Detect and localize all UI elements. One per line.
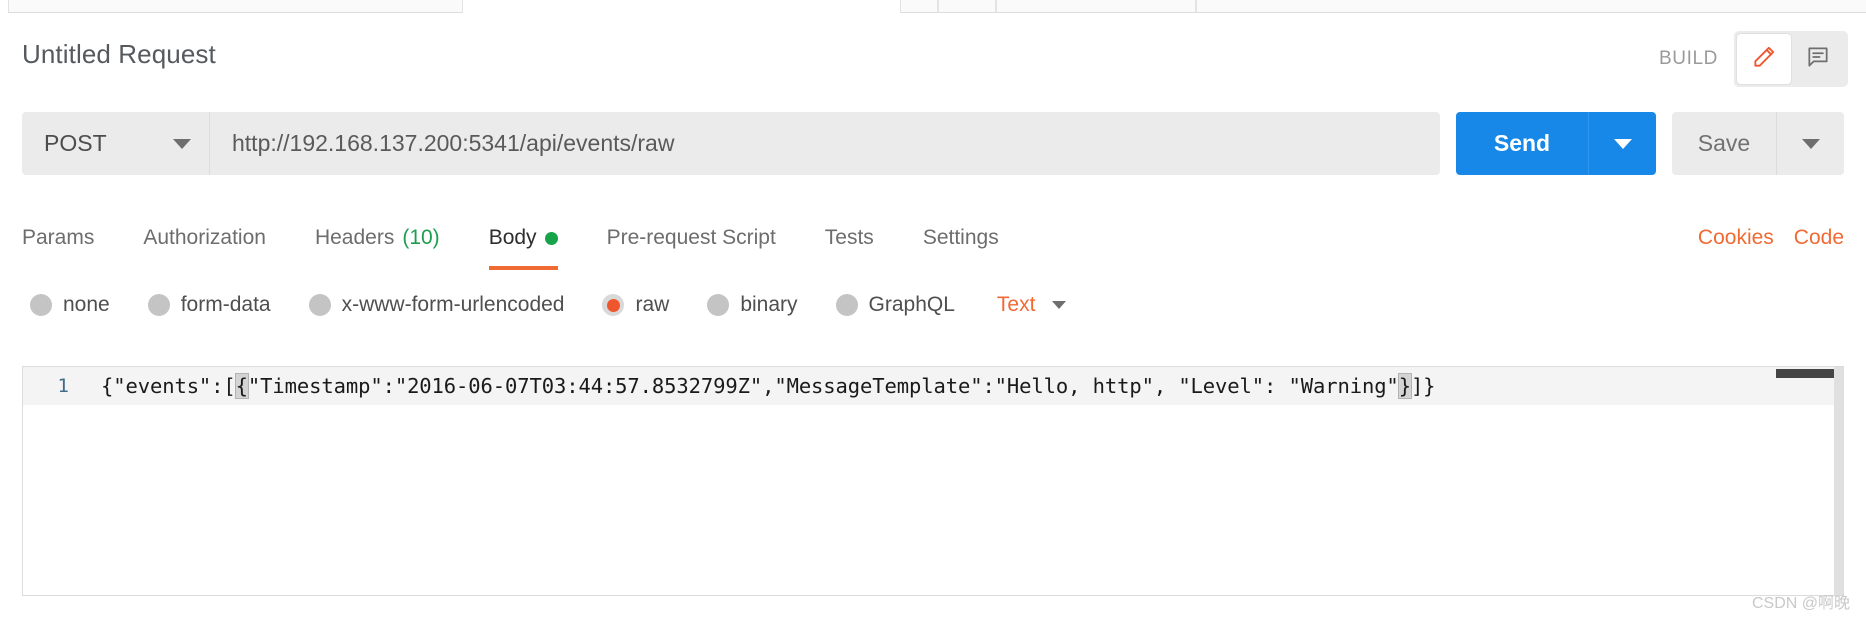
request-header: Untitled Request BUILD: [0, 13, 1866, 87]
tab-label: Authorization: [143, 226, 266, 249]
chevron-down-icon: [1613, 138, 1632, 149]
save-button-group: Save: [1672, 112, 1844, 175]
radio-icon: [707, 294, 730, 316]
tab-label: Body: [488, 226, 537, 249]
tab-params[interactable]: Params: [22, 222, 94, 270]
pencil-icon: [1751, 44, 1777, 75]
top-chrome-fragment: [8, 0, 463, 13]
editor-scrollbar-track[interactable]: [1834, 367, 1843, 595]
top-chrome-fragment: [900, 0, 938, 13]
top-chrome-fragment: [1196, 0, 1866, 13]
body-type-form-data[interactable]: form-data: [147, 293, 271, 317]
send-button[interactable]: Send: [1456, 112, 1588, 175]
header-actions: BUILD: [1659, 31, 1848, 87]
send-options-button[interactable]: [1588, 112, 1656, 175]
http-method-select[interactable]: POST: [22, 112, 210, 175]
tab-label: Settings: [922, 226, 999, 249]
body-present-dot-icon: [544, 231, 558, 245]
editor-code-text[interactable]: {"events":[{"Timestamp":"2016-06-07T03:4…: [85, 373, 1436, 399]
url-input[interactable]: http://192.168.137.200:5341/api/events/r…: [210, 112, 1440, 175]
code-segment: "Timestamp":"2016-06-07T03:44:57.8532799…: [247, 374, 1399, 398]
tab-authorization[interactable]: Authorization: [143, 222, 266, 270]
editor-scrollbar-thumb[interactable]: [1776, 369, 1834, 378]
code-link[interactable]: Code: [1794, 226, 1844, 250]
chevron-down-icon: [173, 138, 191, 149]
tab-label: Params: [22, 226, 95, 249]
tab-tests[interactable]: Tests: [825, 222, 874, 270]
radio-label: binary: [740, 293, 798, 316]
save-options-button[interactable]: [1776, 112, 1844, 175]
code-segment: ]}: [1410, 374, 1436, 398]
tab-label: Pre-request Script: [606, 226, 776, 249]
radio-icon: [835, 294, 858, 316]
tab-pre-request-script[interactable]: Pre-request Script: [607, 222, 776, 270]
save-button[interactable]: Save: [1672, 112, 1776, 175]
editor-line: 1 {"events":[{"Timestamp":"2016-06-07T03…: [23, 367, 1843, 405]
headers-count: (10): [402, 226, 440, 249]
tab-label: Tests: [824, 226, 874, 249]
radio-label: x-www-form-urlencoded: [341, 293, 565, 316]
radio-label: GraphQL: [868, 293, 955, 316]
radio-label: none: [63, 293, 110, 316]
body-type-none[interactable]: none: [30, 293, 110, 317]
chevron-down-icon: [1801, 138, 1820, 149]
body-type-graphql[interactable]: GraphQL: [835, 293, 955, 317]
radio-selected-icon: [602, 294, 625, 316]
radio-label: raw: [635, 293, 670, 316]
send-button-group: Send: [1456, 112, 1656, 175]
postman-request-pane: Untitled Request BUILD POST http://192.1…: [0, 0, 1866, 621]
edit-mode-button[interactable]: [1737, 34, 1791, 84]
radio-label: form-data: [180, 293, 271, 316]
request-tabs: Params Authorization Headers (10) Body P…: [22, 222, 1844, 280]
top-chrome-fragment: [996, 0, 1196, 13]
radio-icon: [308, 294, 331, 316]
tab-body[interactable]: Body: [488, 222, 558, 270]
line-number: 1: [23, 367, 85, 405]
body-type-radio-group: none form-data x-www-form-urlencoded raw…: [30, 282, 1067, 328]
http-method-value: POST: [44, 130, 107, 156]
tab-headers[interactable]: Headers (10): [315, 222, 440, 270]
matching-brace-close: }: [1397, 373, 1412, 399]
url-bar: POST http://192.168.137.200:5341/api/eve…: [22, 112, 1844, 175]
body-type-binary[interactable]: binary: [707, 293, 798, 317]
raw-body-editor[interactable]: 1 {"events":[{"Timestamp":"2016-06-07T03…: [22, 366, 1844, 596]
tab-settings[interactable]: Settings: [923, 222, 999, 270]
tab-links: Cookies Code: [1698, 222, 1844, 250]
matching-brace-open: {: [234, 373, 249, 399]
page-title[interactable]: Untitled Request: [22, 39, 216, 70]
top-chrome-fragment: [938, 0, 996, 13]
mode-toggle-group: [1734, 31, 1848, 87]
body-type-x-www-form-urlencoded[interactable]: x-www-form-urlencoded: [308, 293, 565, 317]
cookies-link[interactable]: Cookies: [1698, 226, 1774, 250]
radio-icon: [147, 294, 170, 316]
chevron-down-icon: [1052, 301, 1067, 309]
body-type-raw[interactable]: raw: [602, 293, 669, 317]
code-segment: {"events":[: [101, 374, 236, 398]
comment-icon: [1805, 44, 1831, 75]
tab-label: Headers: [314, 226, 395, 249]
build-label: BUILD: [1659, 48, 1718, 69]
comment-button[interactable]: [1791, 34, 1845, 84]
watermark: CSDN @啊晚: [1751, 595, 1850, 612]
raw-format-value: Text: [996, 293, 1036, 316]
radio-icon: [30, 294, 52, 316]
raw-format-select[interactable]: Text: [997, 293, 1067, 317]
